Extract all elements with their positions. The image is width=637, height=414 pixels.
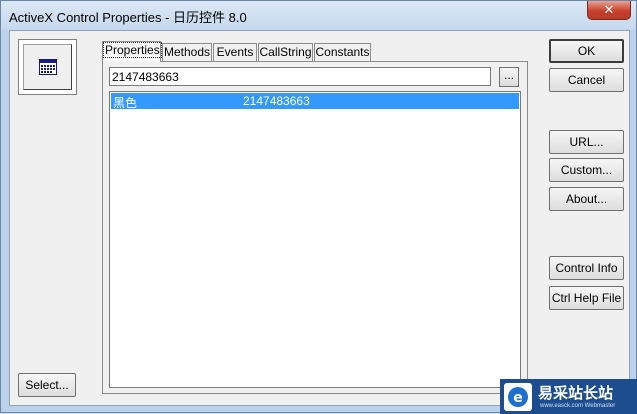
ctrl-help-file-button[interactable]: Ctrl Help File [549,286,624,310]
dialog-window: ActiveX Control Properties - 日历控件 8.0 ✕ … [0,0,637,414]
control-icon-frame [18,39,77,95]
list-item[interactable]: 黑色 2147483663 [111,93,519,110]
tab-properties[interactable]: Properties [102,41,162,62]
title-bar[interactable]: ActiveX Control Properties - 日历控件 8.0 ✕ [1,1,636,30]
property-value-input[interactable] [109,67,491,86]
close-button[interactable]: ✕ [587,1,631,20]
watermark-overlay: e 易采站长站 www.easck.com Webmaster [500,379,637,414]
select-button[interactable]: Select... [18,373,76,397]
property-name: 黑色 [113,96,138,110]
tab-callstring[interactable]: CallString [258,43,313,61]
svg-text:e: e [513,390,523,406]
calendar-icon [38,59,57,75]
property-value: 2147483663 [243,94,310,108]
window-title: ActiveX Control Properties - 日历控件 8.0 [9,10,247,25]
dialog-client: Select... Properties Methods Events Call… [9,30,630,406]
cancel-button[interactable]: Cancel [549,68,624,92]
tab-properties-label: Properties [103,42,162,58]
control-info-button[interactable]: Control Info [549,256,624,280]
browse-button[interactable]: ... [499,67,519,87]
about-button[interactable]: About... [549,187,624,211]
properties-panel: ... 黑色 2147483663 [102,61,528,394]
custom-button[interactable]: Custom... [549,158,624,182]
tab-methods[interactable]: Methods [162,43,212,61]
ok-button[interactable]: OK [549,39,624,63]
control-icon-button[interactable] [23,44,72,90]
watermark-text: 易采站长站 [538,384,614,402]
tab-constants[interactable]: Constants [314,43,371,61]
property-list[interactable]: 黑色 2147483663 [109,91,521,388]
url-button[interactable]: URL... [549,130,624,154]
watermark-subtext: www.easck.com Webmaster [540,403,616,409]
tab-events[interactable]: Events [213,43,257,61]
e-logo-icon: e [504,383,532,411]
